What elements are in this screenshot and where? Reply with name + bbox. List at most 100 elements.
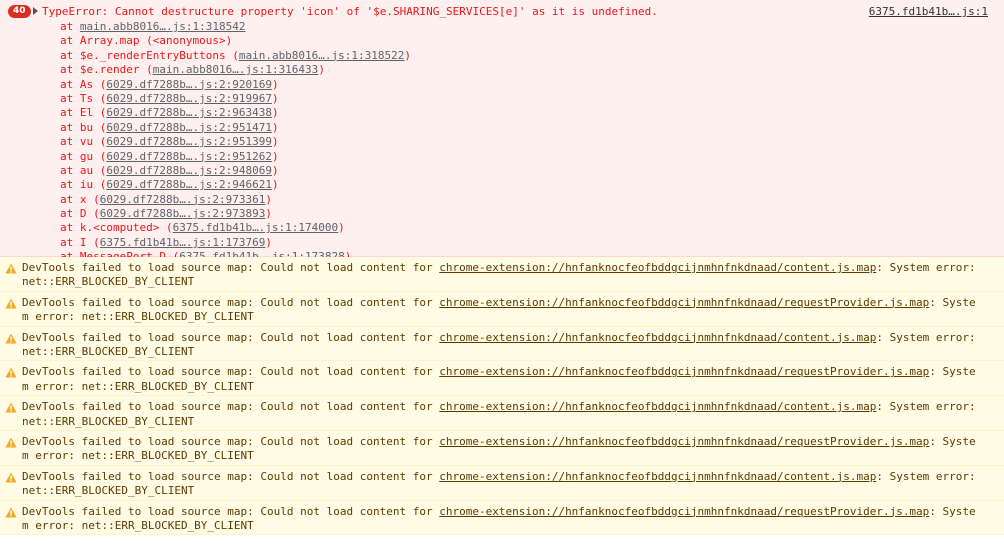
warning-text: DevTools failed to load source map: Coul… xyxy=(22,435,980,464)
frame-prefix: at xyxy=(60,135,80,149)
frame-close-paren: ) xyxy=(338,221,345,235)
frame-close-paren: ) xyxy=(271,77,279,91)
frame-prefix: at xyxy=(60,106,80,120)
frame-function: Array.map (<anonymous>) xyxy=(79,34,233,48)
warning-icon xyxy=(5,472,17,483)
stack-frame: at Array.map (<anonymous>) xyxy=(0,34,1004,48)
stack-frame: at Ts (6029.df7288b….js:2:919967) xyxy=(0,92,1004,106)
source-map-link[interactable]: chrome-extension://hnfanknocfeofbddgcijn… xyxy=(439,435,929,448)
warning-icon xyxy=(5,367,17,378)
warning-text: DevTools failed to load source map: Coul… xyxy=(22,400,980,429)
warning-message: DevTools failed to load source map: Coul… xyxy=(0,257,1004,292)
stack-frame: at gu (6029.df7288b….js:2:951262) xyxy=(0,150,1004,164)
warning-text: DevTools failed to load source map: Coul… xyxy=(22,505,980,534)
stack-frame: at I (6375.fd1b41b….js:1:173769) xyxy=(0,236,1004,250)
frame-close-paren: ) xyxy=(271,120,279,134)
frame-function: El xyxy=(79,106,100,120)
warning-prefix: DevTools failed to load source map: Coul… xyxy=(22,365,440,379)
warning-message: DevTools failed to load source map: Coul… xyxy=(0,361,1004,397)
warning-prefix: DevTools failed to load source map: Coul… xyxy=(22,400,440,414)
frame-source-link[interactable]: 6029.df7288b….js:2:948069 xyxy=(106,164,272,177)
frame-function: I xyxy=(79,235,94,249)
frame-source-link[interactable]: 6029.df7288b….js:2:973361 xyxy=(100,193,266,206)
frame-close-paren: ) xyxy=(318,63,325,77)
frame-source-link[interactable]: 6029.df7288b….js:2:919967 xyxy=(106,92,272,105)
frame-source-link[interactable]: 6029.df7288b….js:2:951471 xyxy=(106,121,272,134)
frame-source-link[interactable]: 6029.df7288b….js:2:973893 xyxy=(100,207,266,220)
triangle-right-icon[interactable] xyxy=(33,7,38,15)
frame-close-paren: ) xyxy=(271,163,279,177)
stack-frame: at As (6029.df7288b….js:2:920169) xyxy=(0,78,1004,92)
frame-function: iu xyxy=(79,178,100,192)
error-header: 40 TypeError: Cannot destructure propert… xyxy=(0,4,1004,20)
frame-source-link[interactable]: 6029.df7288b….js:2:951262 xyxy=(106,150,272,163)
frame-close-paren: ) xyxy=(265,235,272,249)
stack-frame: at x (6029.df7288b….js:2:973361) xyxy=(0,193,1004,207)
repeat-count-badge: 40 xyxy=(8,5,31,18)
frame-source-link[interactable]: 6375.fd1b41b….js:1:173769 xyxy=(100,236,266,249)
warning-message: DevTools failed to load source map: Coul… xyxy=(0,396,1004,431)
frame-prefix: at xyxy=(60,77,80,91)
stack-frame: at D (6029.df7288b….js:2:973893) xyxy=(0,207,1004,221)
frame-function: gu xyxy=(79,149,100,163)
frame-function: au xyxy=(79,163,100,177)
frame-source-link[interactable]: 6029.df7288b….js:2:946621 xyxy=(106,178,272,191)
warning-message: DevTools failed to load source map: Coul… xyxy=(0,430,1004,466)
frame-prefix: at xyxy=(60,221,80,235)
frame-function: Ts xyxy=(79,91,100,105)
frame-function: x xyxy=(79,192,94,206)
frame-open-paren: ( xyxy=(165,221,173,235)
frame-prefix: at xyxy=(60,178,80,192)
frame-close-paren: ) xyxy=(265,192,272,206)
warning-message: DevTools failed to load source map: Coul… xyxy=(0,291,1004,327)
warning-message: DevTools failed to load source map: Coul… xyxy=(0,465,1004,501)
stack-trace: at main.abb8016….js:1:318542 at Array.map… xyxy=(0,20,1004,265)
frame-open-paren: ( xyxy=(93,235,100,249)
frame-prefix: at xyxy=(60,235,80,249)
stack-frame: at vu (6029.df7288b….js:2:951399) xyxy=(0,135,1004,149)
frame-close-paren: ) xyxy=(271,135,279,149)
warning-icon xyxy=(5,507,17,518)
source-map-link[interactable]: chrome-extension://hnfanknocfeofbddgcijn… xyxy=(439,400,876,413)
stack-frame: at iu (6029.df7288b….js:2:946621) xyxy=(0,178,1004,192)
frame-open-paren: ( xyxy=(93,207,100,221)
frame-source-link[interactable]: main.abb8016….js:1:318522 xyxy=(239,49,405,62)
warning-icon xyxy=(5,263,17,274)
frame-source-link[interactable]: 6029.df7288b….js:2:963438 xyxy=(106,106,272,119)
source-map-link[interactable]: chrome-extension://hnfanknocfeofbddgcijn… xyxy=(439,296,929,309)
warning-message: DevTools failed to load source map: Coul… xyxy=(0,500,1004,536)
frame-prefix: at xyxy=(60,48,80,62)
frame-prefix: at xyxy=(60,91,80,105)
frame-close-paren: ) xyxy=(271,91,279,105)
frame-prefix: at xyxy=(60,20,80,33)
warning-text: DevTools failed to load source map: Coul… xyxy=(22,470,980,499)
warning-list: DevTools failed to load source map: Coul… xyxy=(0,257,1004,536)
frame-source-link[interactable]: 6029.df7288b….js:2:951399 xyxy=(106,135,272,148)
frame-source-link[interactable]: 6375.fd1b41b….js:1:174000 xyxy=(173,221,339,234)
warning-text: DevTools failed to load source map: Coul… xyxy=(22,261,980,290)
source-map-link[interactable]: chrome-extension://hnfanknocfeofbddgcijn… xyxy=(439,261,876,274)
warning-prefix: DevTools failed to load source map: Coul… xyxy=(22,504,440,518)
stack-frame: at $e.render (main.abb8016….js:1:316433) xyxy=(0,63,1004,77)
frame-source-link[interactable]: main.abb8016….js:1:318542 xyxy=(80,20,246,33)
frame-function: D xyxy=(79,207,94,221)
warning-prefix: DevTools failed to load source map: Coul… xyxy=(22,330,440,344)
frame-open-paren: ( xyxy=(146,63,153,77)
frame-open-paren: ( xyxy=(93,192,100,206)
frame-close-paren: ) xyxy=(265,207,272,221)
source-map-link[interactable]: chrome-extension://hnfanknocfeofbddgcijn… xyxy=(439,505,929,518)
frame-source-link[interactable]: main.abb8016….js:1:316433 xyxy=(153,63,319,76)
frame-prefix: at xyxy=(60,120,80,134)
frame-function: bu xyxy=(79,120,100,134)
source-map-link[interactable]: chrome-extension://hnfanknocfeofbddgcijn… xyxy=(439,365,929,378)
frame-prefix: at xyxy=(60,163,80,177)
warning-prefix: DevTools failed to load source map: Coul… xyxy=(22,295,440,309)
source-map-link[interactable]: chrome-extension://hnfanknocfeofbddgcijn… xyxy=(439,470,876,483)
frame-source-link[interactable]: 6029.df7288b….js:2:920169 xyxy=(106,78,272,91)
warning-icon xyxy=(5,333,17,344)
error-text: TypeError: Cannot destructure property '… xyxy=(42,5,658,18)
source-map-link[interactable]: chrome-extension://hnfanknocfeofbddgcijn… xyxy=(439,331,876,344)
stack-frame: at bu (6029.df7288b….js:2:951471) xyxy=(0,121,1004,135)
frame-prefix: at xyxy=(60,192,80,206)
error-source-link[interactable]: 6375.fd1b41b….js:1 xyxy=(869,5,988,19)
